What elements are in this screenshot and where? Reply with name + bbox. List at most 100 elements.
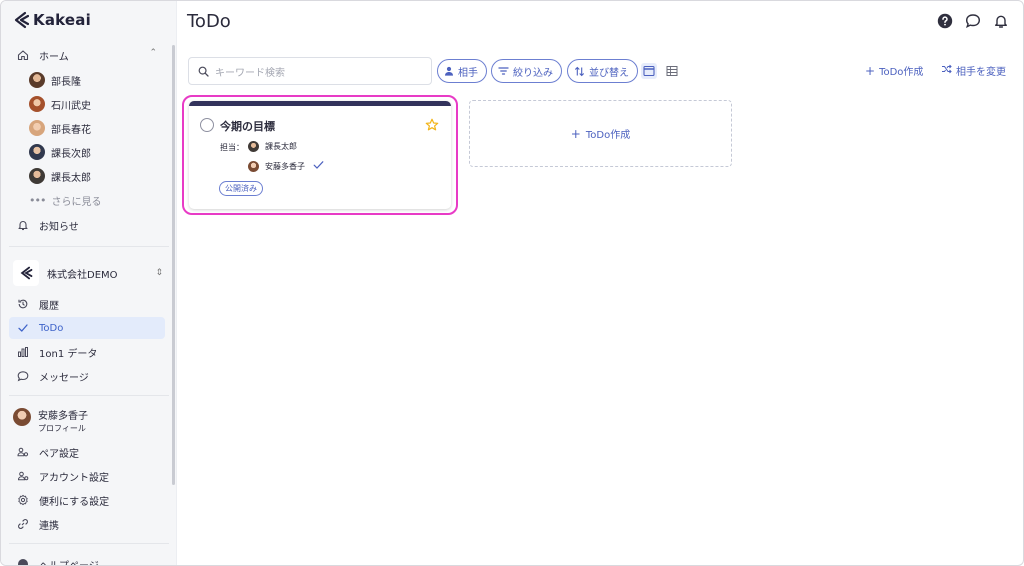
- change-partner-link[interactable]: 相手を変更: [941, 63, 1006, 78]
- more-dots-icon: •••: [29, 193, 46, 207]
- help-icon[interactable]: [937, 13, 953, 33]
- messages-label: メッセージ: [39, 372, 89, 384]
- company-name: 株式会社DEMO: [47, 269, 118, 281]
- company-logo: [13, 260, 39, 286]
- assignee-label: 担当：: [220, 143, 244, 152]
- app-window: Kakeai ホーム ⌃ 部長隆 石川武史 部長春花 課長次郎 課長太郎 •••…: [0, 0, 1024, 566]
- person-name: 課長次郎: [51, 148, 91, 160]
- avatar: [13, 408, 31, 426]
- chevron-updown-icon: ⇕: [155, 268, 163, 278]
- app-logo[interactable]: Kakeai: [13, 11, 91, 29]
- card-view-button[interactable]: [641, 63, 657, 79]
- bell-icon: [15, 217, 31, 233]
- account-settings-icon: [15, 468, 31, 484]
- avatar: [29, 120, 45, 136]
- notifications-label: お知らせ: [39, 221, 79, 233]
- person-name: 課長太郎: [51, 172, 91, 184]
- complete-checkbox[interactable]: [200, 118, 214, 132]
- pair-settings-icon: [15, 444, 31, 460]
- app-name: Kakeai: [33, 11, 91, 29]
- sidebar-item-todo[interactable]: ToDo: [9, 317, 165, 339]
- sidebar-item-home[interactable]: ホーム ⌃: [9, 44, 165, 66]
- chat-icon[interactable]: [965, 13, 981, 33]
- search-icon: [198, 62, 209, 81]
- bell-icon[interactable]: [993, 13, 1009, 33]
- todo-title[interactable]: 今期の目標: [220, 118, 275, 134]
- card-view-icon: [643, 62, 655, 81]
- kakeai-logo-icon: [14, 11, 29, 29]
- sidebar-person[interactable]: 課長次郎: [29, 141, 91, 163]
- narrow-filter-button[interactable]: 絞り込み: [491, 59, 562, 83]
- sidebar-item-pair-settings[interactable]: ペア設定: [9, 441, 165, 463]
- pair-settings-label: ペア設定: [39, 448, 79, 460]
- sidebar-scrollbar[interactable]: [172, 45, 175, 485]
- search-field[interactable]: キーワード検索: [188, 57, 432, 85]
- star-icon[interactable]: [425, 117, 439, 136]
- table-view-button[interactable]: [664, 63, 680, 79]
- avatar: [29, 72, 45, 88]
- gear-icon: [15, 492, 31, 508]
- link-icon: [15, 516, 31, 532]
- divider: [9, 246, 169, 247]
- person-name: 部長春花: [51, 124, 91, 136]
- divider: [9, 395, 169, 396]
- person-name: 石川武史: [51, 100, 91, 112]
- sidebar-item-help[interactable]: ヘルプページ: [9, 553, 165, 566]
- table-view-icon: [666, 62, 678, 81]
- account-settings-label: アカウント設定: [39, 472, 109, 484]
- sidebar-item-notifications[interactable]: お知らせ: [9, 214, 165, 236]
- filter-icon: [498, 66, 509, 76]
- search-placeholder: キーワード検索: [215, 67, 285, 79]
- status-badge: 公開済み: [219, 181, 263, 196]
- avatar: [248, 141, 259, 152]
- card-header-bar: [189, 101, 451, 106]
- narrow-filter-label: 絞り込み: [513, 67, 553, 79]
- person-icon: [444, 66, 454, 76]
- profile-sub-label: プロフィール: [38, 424, 86, 433]
- convenience-settings-label: 便利にする設定: [39, 496, 110, 508]
- sidebar-item-messages[interactable]: メッセージ: [9, 365, 165, 387]
- sidebar-item-account-settings[interactable]: アカウント設定: [9, 465, 165, 487]
- person-name: 部長隆: [51, 76, 81, 88]
- profile-name: 安藤多香子: [38, 411, 88, 422]
- check-icon: [313, 160, 324, 172]
- todo-label: ToDo: [39, 322, 64, 334]
- sidebar-item-convenience-settings[interactable]: 便利にする設定: [9, 489, 165, 511]
- new-todo-label: ToDo作成: [585, 130, 631, 141]
- todo-card[interactable]: 今期の目標 担当： 課長太郎 安藤多香子 公開済み: [189, 101, 451, 209]
- sidebar-home-label: ホーム: [39, 51, 69, 63]
- change-partner-label: 相手を変更: [956, 67, 1006, 78]
- sidebar-person[interactable]: 課長太郎: [29, 165, 91, 187]
- shuffle-icon: [941, 64, 952, 77]
- help-label: ヘルプページ: [39, 560, 99, 566]
- sidebar-item-integrations[interactable]: 連携: [9, 513, 165, 535]
- create-todo-link[interactable]: + ToDo作成: [865, 63, 924, 79]
- history-icon: [15, 296, 31, 312]
- sort-button[interactable]: 並び替え: [567, 59, 638, 83]
- sort-label: 並び替え: [589, 67, 629, 79]
- avatar: [29, 144, 45, 160]
- assignee-name: 安藤多香子: [265, 161, 305, 171]
- new-todo-card[interactable]: + ToDo作成: [469, 100, 732, 167]
- chevron-up-icon[interactable]: ⌃: [149, 48, 157, 58]
- 1on1-data-label: 1on1 データ: [39, 348, 98, 360]
- partner-filter-button[interactable]: 相手: [437, 59, 487, 83]
- see-more-link[interactable]: ••• さらに見る: [29, 189, 101, 211]
- sidebar-person[interactable]: 石川武史: [29, 93, 91, 115]
- home-icon: [15, 47, 31, 63]
- sidebar: Kakeai ホーム ⌃ 部長隆 石川武史 部長春花 課長次郎 課長太郎 •••…: [1, 1, 177, 566]
- divider: [9, 543, 169, 544]
- sidebar-person[interactable]: 部長春花: [29, 117, 91, 139]
- plus-icon: +: [865, 63, 876, 78]
- profile-link[interactable]: 安藤多香子 プロフィール: [13, 407, 88, 434]
- plus-icon: +: [570, 126, 581, 141]
- create-todo-label: ToDo作成: [879, 67, 924, 78]
- see-more-label: さらに見る: [51, 196, 102, 208]
- message-icon: [15, 368, 31, 384]
- company-switcher[interactable]: 株式会社DEMO ⇕: [13, 259, 163, 287]
- sidebar-item-history[interactable]: 履歴: [9, 293, 165, 315]
- partner-filter-label: 相手: [458, 67, 478, 79]
- sidebar-item-1on1-data[interactable]: 1on1 データ: [9, 341, 165, 363]
- sidebar-person[interactable]: 部長隆: [29, 69, 81, 91]
- avatar: [248, 160, 259, 172]
